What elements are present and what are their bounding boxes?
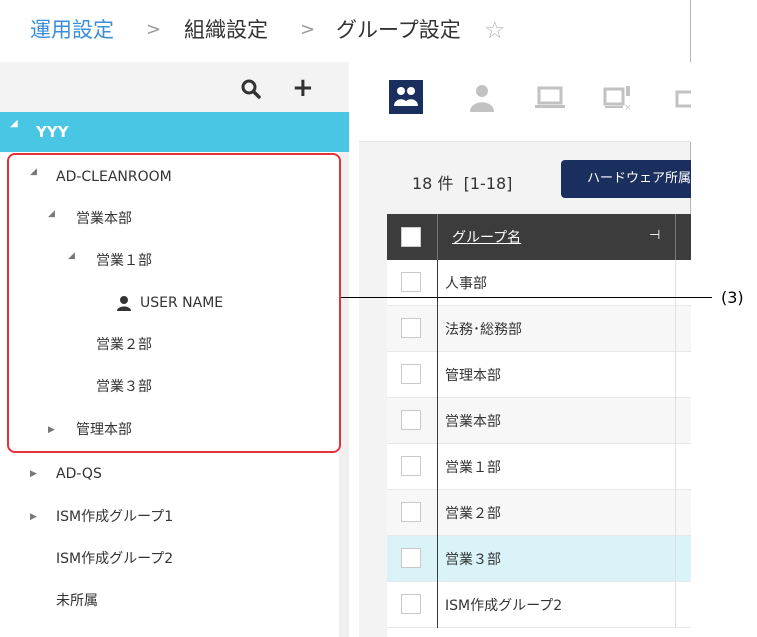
tree-item-label: AD-QS: [56, 466, 102, 482]
breadcrumb-operation-settings[interactable]: 運用設定: [30, 16, 114, 44]
column-divider: [675, 398, 676, 444]
table-row[interactable]: 営業２部: [387, 490, 691, 536]
add-group-icon[interactable]: +: [292, 75, 314, 101]
result-count: 18 件 [1-18]: [412, 174, 513, 193]
tree-toolbar: +: [0, 62, 349, 112]
row-checkbox[interactable]: [401, 456, 421, 476]
favorite-star-icon[interactable]: ☆: [484, 15, 506, 45]
tree-item-ism-group-2[interactable]: ISM作成グループ2: [0, 539, 340, 579]
callout-label: (3): [721, 288, 744, 307]
column-divider: [437, 214, 438, 260]
highlight-box: [7, 153, 341, 453]
column-divider: [675, 536, 676, 582]
column-header-group-name[interactable]: グループ名: [452, 227, 521, 247]
tree-item-ad-qs[interactable]: ▶ AD-QS: [0, 454, 340, 494]
group-name-cell: ISM作成グループ2: [445, 598, 563, 614]
table-row[interactable]: ISM作成グループ2: [387, 582, 691, 628]
column-divider: [675, 214, 676, 260]
row-checkbox[interactable]: [401, 272, 421, 292]
column-divider: [675, 582, 676, 628]
tab-devices[interactable]: ×: [601, 80, 635, 114]
group-name-cell: 人事部: [445, 276, 487, 292]
tab-laptops[interactable]: [533, 80, 567, 114]
table-row[interactable]: 営業本部: [387, 398, 691, 444]
svg-text:×: ×: [624, 103, 632, 113]
pin-icon[interactable]: ⊣: [649, 228, 660, 243]
column-divider: [675, 490, 676, 536]
breadcrumb-organization-settings: 組織設定: [184, 18, 268, 42]
laptop-icon: [535, 86, 565, 108]
column-divider: [675, 444, 676, 490]
collapse-caret-icon[interactable]: ▶: [30, 497, 37, 537]
tree-item-label: ISM作成グループ1: [56, 509, 174, 525]
tab-more[interactable]: [671, 80, 691, 114]
tree-item-ism-group-1[interactable]: ▶ ISM作成グループ1: [0, 497, 340, 537]
column-divider: [437, 398, 438, 444]
select-all-checkbox[interactable]: [401, 227, 421, 247]
row-checkbox[interactable]: [401, 318, 421, 338]
device-icon: ×: [603, 86, 632, 113]
column-divider: [437, 444, 438, 490]
column-divider: [437, 490, 438, 536]
group-name-cell: 営業２部: [445, 506, 501, 522]
table-row[interactable]: 営業３部: [387, 536, 691, 582]
column-divider: [437, 582, 438, 628]
view-tabs: ×: [359, 62, 691, 142]
table-row[interactable]: 法務･総務部: [387, 306, 691, 352]
tree-item-yyy[interactable]: ◢ YYY: [0, 112, 349, 152]
table-row[interactable]: 人事部: [387, 260, 691, 306]
tree-item-label: YYY: [36, 123, 69, 141]
collapse-caret-icon[interactable]: ▶: [30, 454, 37, 494]
tab-users[interactable]: [465, 80, 499, 114]
group-name-cell: 法務･総務部: [445, 322, 522, 338]
page-title: グループ設定: [336, 18, 461, 42]
breadcrumb: 運用設定 > 組織設定 > グループ設定 ☆: [0, 0, 691, 62]
group-name-cell: 管理本部: [445, 368, 501, 384]
group-icon: [394, 87, 418, 106]
tab-groups[interactable]: [389, 80, 423, 114]
group-name-cell: 営業本部: [445, 414, 501, 430]
tree-item-unassigned[interactable]: 未所属: [0, 581, 340, 621]
search-icon[interactable]: [240, 78, 262, 100]
expand-caret-icon[interactable]: ◢: [10, 118, 18, 129]
group-name-cell: 営業３部: [445, 552, 501, 568]
row-checkbox[interactable]: [401, 410, 421, 430]
row-checkbox[interactable]: [401, 364, 421, 384]
column-divider: [675, 306, 676, 352]
user-icon: [470, 85, 494, 112]
column-divider: [437, 306, 438, 352]
column-divider: [437, 536, 438, 582]
row-checkbox[interactable]: [401, 502, 421, 522]
callout-line: [341, 297, 712, 298]
column-divider: [675, 352, 676, 398]
column-divider: [675, 260, 676, 306]
row-checkbox[interactable]: [401, 594, 421, 614]
group-table: グループ名 ⊣ 人事部 法務･総務部 管理本部 営業本部 営業１部 営業２部 営…: [387, 214, 691, 637]
column-divider: [437, 260, 438, 306]
column-divider: [437, 352, 438, 398]
breadcrumb-separator: >: [146, 19, 162, 40]
tree-item-label: ISM作成グループ2: [56, 551, 174, 567]
table-row[interactable]: 営業１部: [387, 444, 691, 490]
server-icon: [675, 90, 691, 108]
tree-item-label: 未所属: [56, 593, 98, 609]
row-checkbox[interactable]: [401, 548, 421, 568]
group-list-panel: × 18 件 [1-18] ハードウェア所属 グループ名 ⊣ 人事部 法務･総務…: [359, 62, 691, 637]
hardware-membership-button[interactable]: ハードウェア所属: [561, 160, 691, 198]
table-header: グループ名 ⊣: [387, 214, 691, 260]
group-name-cell: 営業１部: [445, 460, 501, 476]
breadcrumb-separator: >: [300, 19, 316, 40]
table-row[interactable]: 管理本部: [387, 352, 691, 398]
